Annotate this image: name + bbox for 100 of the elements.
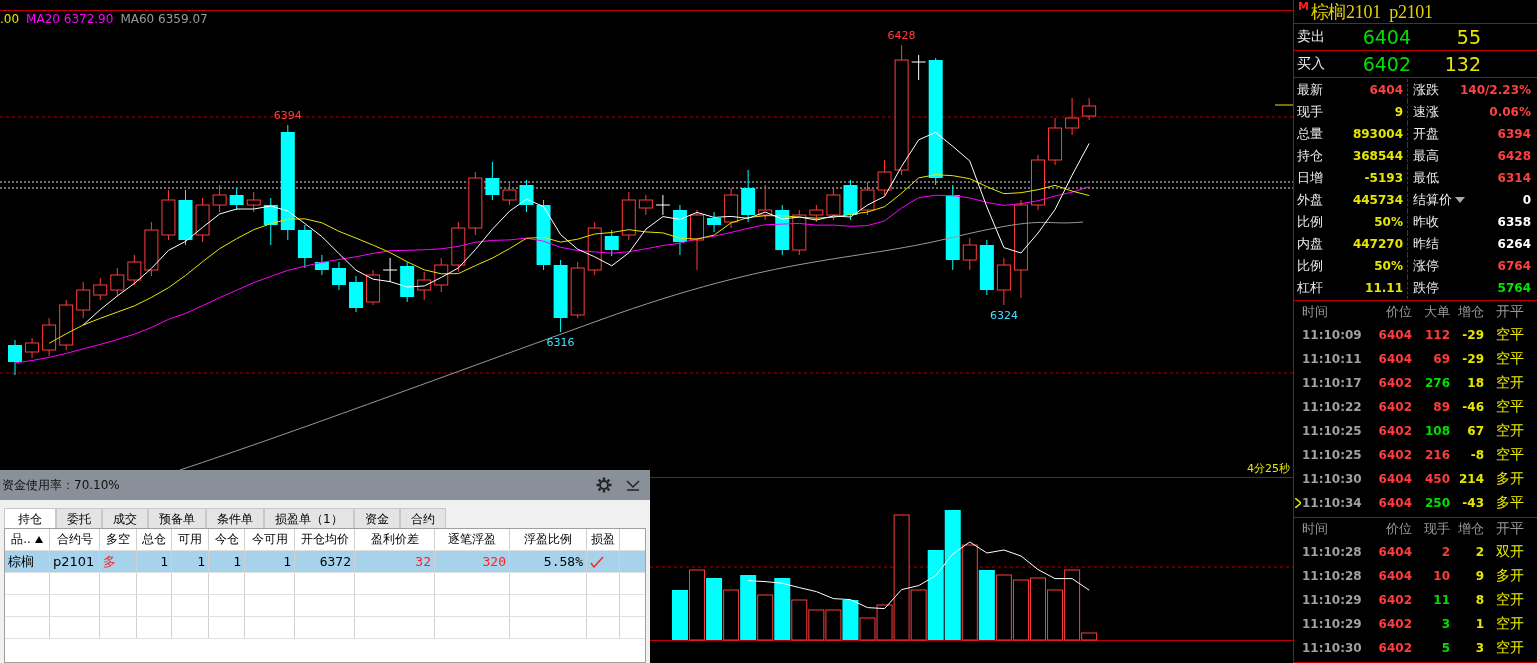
stat-value: 445734: [1352, 193, 1403, 207]
tab[interactable]: 持仓: [4, 508, 56, 528]
tick-type: 空平: [1495, 398, 1524, 416]
tick-open-interest: 214: [1457, 472, 1484, 486]
tick-type: 多平: [1495, 494, 1524, 512]
stat-value: 6264: [1497, 237, 1531, 251]
table-cell: 1: [160, 554, 168, 569]
stat-label: 昨结: [1413, 235, 1439, 253]
tab[interactable]: 成交: [102, 508, 148, 528]
column-header[interactable]: 盈利价差: [355, 529, 435, 550]
tick-size: 10: [1432, 569, 1450, 583]
stat-label: 开盘: [1413, 125, 1439, 143]
tick-open-interest: 9: [1474, 569, 1484, 583]
stat-value: 50%: [1374, 259, 1403, 273]
tab[interactable]: 损盈单（1）: [264, 508, 354, 528]
tick-price: 6402: [1377, 593, 1412, 607]
stat-value: 50%: [1374, 215, 1403, 229]
book-label: 卖出: [1296, 28, 1326, 47]
tick-price: 6402: [1377, 376, 1412, 390]
column-header[interactable]: 损盈: [587, 529, 620, 550]
tick-time: 11:10:28: [1302, 569, 1363, 583]
tick-open-interest: 18: [1466, 376, 1484, 390]
column-header[interactable]: 品..: [5, 529, 50, 550]
tick-price: 6402: [1377, 424, 1412, 438]
table-cell: 1: [233, 554, 241, 569]
tab[interactable]: 合约: [399, 508, 446, 528]
column-header[interactable]: 开仓均价: [295, 529, 355, 550]
table-cell: p2101: [53, 554, 95, 569]
book-price: 6402: [1361, 53, 1411, 75]
column-header[interactable]: 合约号: [50, 529, 100, 550]
stat-value: 447270: [1352, 237, 1403, 251]
column-header[interactable]: 今仓: [209, 529, 245, 550]
price-label: 6324: [989, 309, 1018, 322]
tick-size: 5: [1440, 641, 1450, 655]
tick-type: 空开: [1495, 374, 1524, 392]
tab[interactable]: 委托: [56, 508, 102, 528]
tick-type: 空开: [1495, 615, 1524, 633]
tick-price: 6404: [1377, 496, 1412, 510]
tick-open-interest: 8: [1474, 593, 1484, 607]
stat-value: 6358: [1497, 215, 1531, 229]
column-header[interactable]: 浮盈比例: [510, 529, 587, 550]
dropdown-caret-icon[interactable]: [1455, 197, 1465, 203]
tick-time: 11:10:11: [1302, 352, 1363, 366]
column-header[interactable]: 总仓: [137, 529, 172, 550]
price-label: 6428: [887, 29, 916, 42]
tick-size: 2: [1440, 545, 1450, 559]
column-header[interactable]: 今可用: [245, 529, 295, 550]
stat-label: 现手: [1297, 103, 1323, 121]
tab[interactable]: 预备单: [148, 508, 206, 528]
stat-label: 杠杆: [1297, 279, 1323, 297]
tick-price: 6402: [1377, 641, 1412, 655]
price-label: 6394: [273, 109, 302, 122]
column-header: 增仓: [1457, 520, 1484, 538]
tick-open-interest: -29: [1461, 352, 1484, 366]
table-cell: 6372: [319, 554, 351, 569]
tab[interactable]: 资金: [353, 508, 400, 528]
column-header[interactable]: 逐笔浮盈: [435, 529, 510, 550]
tick-time: 11:10:22: [1302, 400, 1363, 414]
tick-price: 6402: [1377, 400, 1412, 414]
tick-time: 11:10:34: [1302, 496, 1363, 510]
tick-open-interest: 67: [1466, 424, 1484, 438]
tab[interactable]: 条件单: [206, 508, 264, 528]
stat-value: 0.06%: [1489, 105, 1531, 119]
tick-size: 89: [1432, 400, 1450, 414]
stat-value: 893004: [1352, 127, 1403, 141]
stat-label: 比例: [1297, 213, 1323, 231]
tick-time: 11:10:30: [1302, 641, 1363, 655]
tick-price: 6402: [1377, 617, 1412, 631]
column-header: 时间: [1302, 303, 1329, 321]
stat-value: 140/2.23%: [1459, 83, 1531, 97]
stat-label: 比例: [1297, 257, 1323, 275]
stat-value: -5193: [1364, 171, 1403, 185]
table-cell: 多: [103, 552, 116, 571]
tick-size: 3: [1440, 617, 1450, 631]
stat-value: 5764: [1497, 281, 1531, 295]
table-cell: 320: [482, 554, 506, 569]
tick-price: 6404: [1377, 545, 1412, 559]
stat-label: 最低: [1413, 169, 1439, 187]
column-header[interactable]: 可用: [172, 529, 209, 550]
settings-icon[interactable]: [596, 477, 612, 493]
column-header[interactable]: 多空: [100, 529, 137, 550]
tick-size: 112: [1423, 328, 1450, 342]
tick-type: 空开: [1495, 639, 1524, 657]
tick-size: 450: [1423, 472, 1450, 486]
stat-label: 最新: [1297, 81, 1323, 99]
tick-open-interest: -8: [1469, 448, 1484, 462]
stat-value: 6404: [1369, 83, 1403, 97]
tick-time: 11:10:30: [1302, 472, 1363, 486]
column-header: 开平: [1495, 303, 1524, 321]
tick-type: 空平: [1495, 350, 1524, 368]
tick-price: 6404: [1377, 328, 1412, 342]
position-row[interactable]: 棕榈 p2101 多 1 1 1 1 6372 32 320 5.58%: [5, 551, 645, 573]
tick-type: 多开: [1495, 470, 1524, 488]
moving-average-value: MA60 6359.07: [120, 12, 208, 26]
stat-label: 外盘: [1297, 191, 1323, 209]
tick-time: 11:10:17: [1302, 376, 1363, 390]
book-price: 6404: [1361, 26, 1411, 49]
collapse-icon[interactable]: [626, 479, 640, 491]
countdown-label: 4分25秒: [1247, 461, 1290, 476]
tick-open-interest: -29: [1461, 328, 1484, 342]
